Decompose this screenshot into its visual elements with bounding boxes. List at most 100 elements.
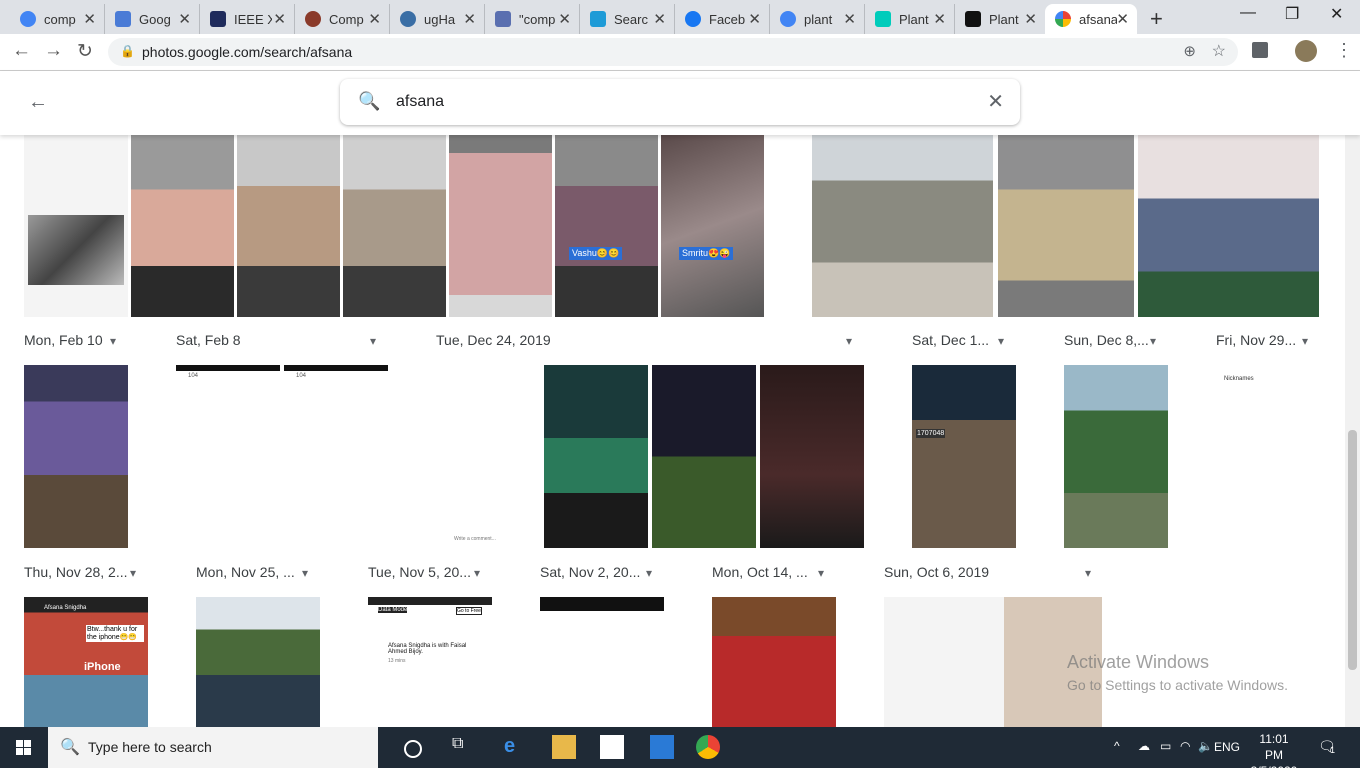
new-tab-icon[interactable]: +	[1150, 6, 1163, 32]
tab-8[interactable]: Faceb ✕	[675, 4, 770, 34]
photo-vashu[interactable]: Vashu😊😊	[555, 135, 658, 317]
close-tab-icon[interactable]: ✕	[1116, 10, 1129, 28]
date-header[interactable]: Sat, Nov 2, 20...	[540, 564, 640, 580]
photo-fb-post-screenshot[interactable]: Data Mode Go to Free Afsana Snigdha is w…	[368, 597, 492, 727]
date-header[interactable]: Sun, Dec 8,...	[1064, 332, 1149, 348]
chevron-down-icon[interactable]: ▾	[846, 334, 852, 348]
photo-red-dress[interactable]	[712, 597, 836, 727]
extension-icon[interactable]	[1252, 42, 1268, 58]
photo-sitting-girl[interactable]	[1138, 135, 1319, 317]
photo-reactions-list[interactable]: 104	[176, 365, 280, 548]
profile-avatar[interactable]	[1295, 40, 1317, 62]
date-header[interactable]: Sun, Oct 6, 2019	[884, 564, 989, 580]
start-button[interactable]	[0, 727, 46, 768]
tab-5[interactable]: ugHa ✕	[390, 4, 485, 34]
mail-icon[interactable]	[650, 735, 674, 759]
chevron-down-icon[interactable]: ▾	[130, 566, 136, 580]
minimize-icon[interactable]: —	[1240, 4, 1256, 22]
tab-6[interactable]: "comp ✕	[485, 4, 580, 34]
cortana-icon[interactable]	[404, 740, 422, 758]
forward-icon[interactable]: →	[44, 40, 63, 62]
photo-group-tags[interactable]: 1707048	[912, 365, 1016, 548]
photo-standing-girl[interactable]	[237, 135, 340, 317]
photo-cafe[interactable]	[24, 365, 128, 548]
chevron-down-icon[interactable]: ▾	[998, 334, 1004, 348]
photo-monument[interactable]	[812, 135, 993, 317]
page-scrollbar[interactable]	[1345, 135, 1360, 727]
tab-7[interactable]: Searc ✕	[580, 4, 675, 34]
chevron-down-icon[interactable]: ▾	[818, 566, 824, 580]
clear-search-icon[interactable]: ✕	[987, 89, 1004, 114]
search-box[interactable]: 🔍 afsana ✕	[340, 79, 1020, 125]
date-header[interactable]: Mon, Oct 14, ...	[712, 564, 808, 580]
date-header[interactable]: Tue, Nov 5, 20...	[368, 564, 471, 580]
chevron-down-icon[interactable]: ▾	[646, 566, 652, 580]
photo-eid-moon[interactable]	[544, 365, 648, 548]
url-text[interactable]: photos.google.com/search/afsana	[142, 44, 352, 60]
language-indicator[interactable]: ENG	[1214, 740, 1240, 754]
date-header[interactable]: Sat, Dec 1...	[912, 332, 989, 348]
close-tab-icon[interactable]: ✕	[653, 10, 666, 28]
date-header[interactable]: Tue, Dec 24, 2019	[436, 332, 551, 348]
tab-2[interactable]: Goog ✕	[105, 4, 200, 34]
close-tab-icon[interactable]: ✕	[273, 10, 286, 28]
photo-smritu[interactable]: Smritu😍😜	[661, 135, 764, 317]
date-header[interactable]: Thu, Nov 28, 2...	[24, 564, 128, 580]
store-icon[interactable]	[600, 735, 624, 759]
task-view-icon[interactable]: ⧉	[452, 735, 476, 759]
chrome-icon[interactable]	[696, 735, 720, 759]
menu-dots-icon[interactable]: ⋮	[1335, 40, 1353, 61]
chevron-down-icon[interactable]: ▾	[302, 566, 308, 580]
photo-screenshot-phone[interactable]	[24, 135, 128, 317]
photo-reactions-list-2[interactable]: 104	[284, 365, 388, 548]
volume-icon[interactable]: 🔈	[1198, 739, 1213, 753]
close-tab-icon[interactable]: ✕	[83, 10, 96, 28]
address-bar[interactable]: 🔒 photos.google.com/search/afsana ⊕ ☆	[108, 38, 1238, 66]
date-header[interactable]: Mon, Nov 25, ...	[196, 564, 295, 580]
chevron-down-icon[interactable]: ▾	[1302, 334, 1308, 348]
photo-night-lights[interactable]	[760, 365, 864, 548]
file-explorer-icon[interactable]	[552, 735, 576, 759]
photo-selfie-group[interactable]	[131, 135, 234, 317]
search-icon[interactable]: 🔍	[358, 91, 380, 112]
photo-iphone-gift[interactable]: Afsana Snigdha Btw...thank u for the iph…	[24, 597, 148, 727]
show-hidden-icons-chevron-icon[interactable]: ^	[1114, 739, 1120, 753]
photo-building[interactable]	[343, 135, 446, 317]
tab-4[interactable]: Comp ✕	[295, 4, 390, 34]
date-header[interactable]: Sat, Feb 8	[176, 332, 241, 348]
close-tab-icon[interactable]: ✕	[368, 10, 381, 28]
clock[interactable]: 11:01 PM 3/5/2020	[1250, 731, 1298, 779]
back-arrow-icon[interactable]: ←	[28, 91, 48, 114]
edge-icon[interactable]: e	[504, 735, 528, 759]
photo-two-friends[interactable]	[449, 135, 552, 317]
search-input[interactable]: afsana	[396, 93, 444, 111]
photo-field-girl[interactable]	[196, 597, 320, 727]
tab-3[interactable]: IEEE X ✕	[200, 4, 295, 34]
chevron-down-icon[interactable]: ▾	[1150, 334, 1156, 348]
chevron-down-icon[interactable]: ▾	[474, 566, 480, 580]
date-header[interactable]: Fri, Nov 29...	[1216, 332, 1296, 348]
photo-nicknames-list[interactable]: Nicknames	[540, 597, 664, 727]
close-tab-icon[interactable]: ✕	[843, 10, 856, 28]
lock-icon[interactable]: 🔒	[120, 44, 135, 58]
taskbar-search-placeholder[interactable]: Type here to search	[88, 739, 212, 755]
chevron-down-icon[interactable]: ▾	[1085, 566, 1091, 580]
chevron-down-icon[interactable]: ▾	[110, 334, 116, 348]
date-header[interactable]: Mon, Feb 10	[24, 332, 103, 348]
tab-9[interactable]: plant ✕	[770, 4, 865, 34]
close-tab-icon[interactable]: ✕	[933, 10, 946, 28]
close-window-icon[interactable]: ✕	[1330, 4, 1343, 24]
close-tab-icon[interactable]: ✕	[1024, 10, 1037, 28]
onedrive-icon[interactable]: ☁	[1138, 739, 1150, 753]
tab-11[interactable]: Plant ✕	[955, 4, 1045, 34]
back-icon[interactable]: ←	[12, 40, 31, 62]
photo-facebook-post[interactable]: Write a comment...	[436, 365, 540, 548]
close-tab-icon[interactable]: ✕	[178, 10, 191, 28]
photo-street-girl[interactable]	[998, 135, 1134, 317]
bookmark-star-icon[interactable]: ☆	[1212, 41, 1226, 61]
photo-nicknames-screen[interactable]: Nicknames	[1216, 365, 1320, 425]
add-icon[interactable]: ⊕	[1183, 42, 1196, 60]
taskbar-search[interactable]: 🔍 Type here to search	[48, 727, 378, 768]
restore-icon[interactable]: ❐	[1285, 4, 1299, 24]
close-tab-icon[interactable]: ✕	[558, 10, 571, 28]
